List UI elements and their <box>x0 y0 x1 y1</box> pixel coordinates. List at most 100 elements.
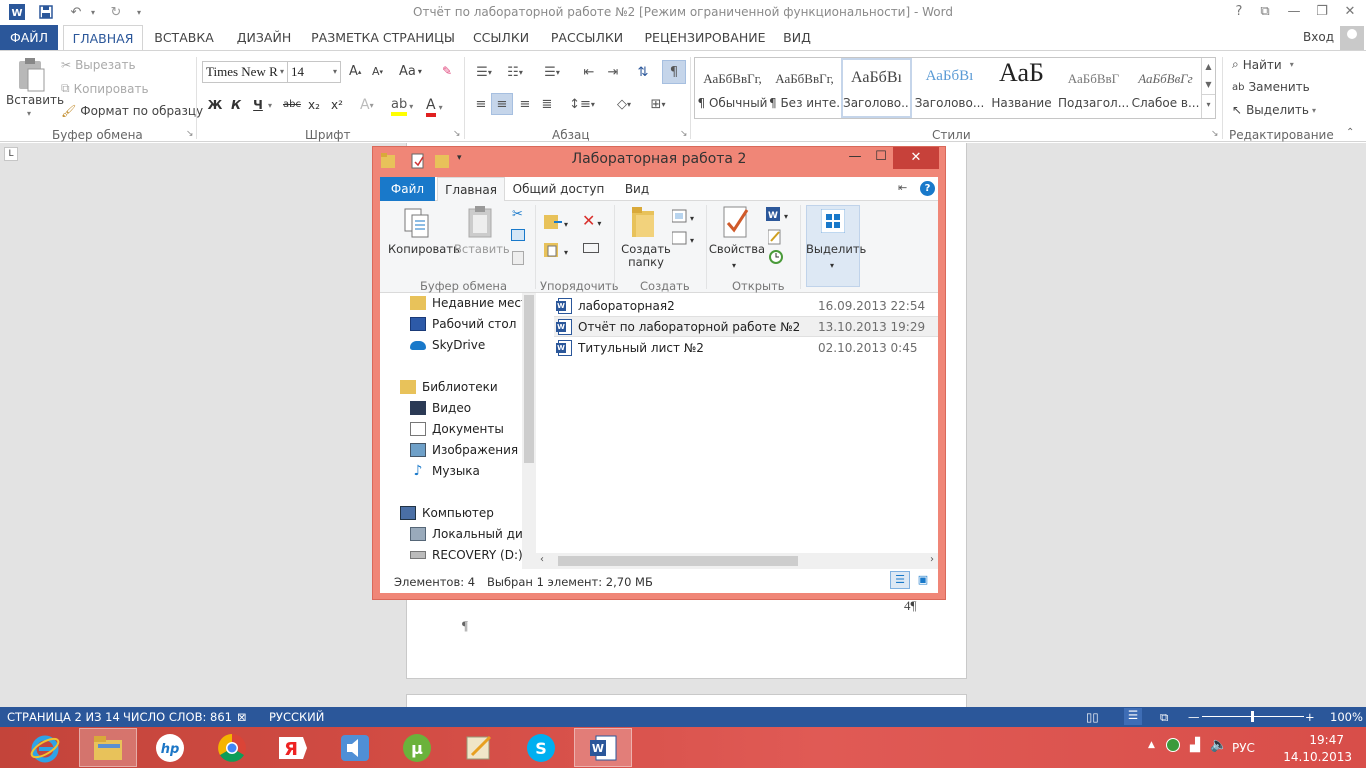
sign-in-link[interactable]: Вход <box>1303 30 1334 44</box>
justify-icon[interactable]: ≣ <box>537 94 557 114</box>
text-effects-icon[interactable]: A ▾ <box>360 97 374 113</box>
print-layout-icon[interactable]: ☰ <box>1124 708 1142 725</box>
taskbar-notes[interactable] <box>450 728 508 767</box>
change-case-button[interactable]: Aa ▾ <box>399 64 422 79</box>
zoom-level[interactable]: 100% <box>1330 710 1363 724</box>
copy-path-icon[interactable] <box>511 229 525 241</box>
properties-icon[interactable] <box>722 205 752 242</box>
language-indicator[interactable]: РУССКИЙ <box>269 710 324 724</box>
large-icons-view-icon[interactable]: ▣ <box>914 571 932 589</box>
sort-icon[interactable]: ⇅ <box>634 62 652 82</box>
zoom-slider-thumb[interactable] <box>1251 711 1254 722</box>
clock-date[interactable]: 14.10.2013 <box>1283 750 1352 764</box>
nav-item-recent[interactable]: Недавние места <box>410 293 535 313</box>
style-subtitle[interactable]: АаБбВвГ Подзагол... <box>1058 58 1129 118</box>
tab-view[interactable]: ВИД <box>778 25 816 50</box>
nav-item-computer[interactable]: Компьютер <box>400 503 494 523</box>
help-icon[interactable]: ? <box>920 181 935 196</box>
underline-button[interactable]: Ч <box>251 95 265 115</box>
new-folder-icon[interactable] <box>632 205 658 242</box>
tab-references[interactable]: ССЫЛКИ <box>466 25 536 50</box>
input-language[interactable]: РУС <box>1232 741 1255 755</box>
select-dropdown-icon[interactable]: ▾ <box>830 261 834 270</box>
scroll-right-icon[interactable]: › <box>930 554 934 565</box>
show-hidden-icons[interactable]: ▲ <box>1148 740 1155 750</box>
nav-item-video[interactable]: Видео <box>410 398 471 418</box>
bold-button[interactable]: Ж <box>207 95 223 115</box>
tab-mailings[interactable]: РАССЫЛКИ <box>544 25 630 50</box>
collapse-ribbon-icon[interactable]: ⌃ <box>1346 127 1354 138</box>
rename-icon[interactable] <box>583 243 599 253</box>
signal-icon[interactable]: ▟ <box>1190 738 1200 753</box>
find-button[interactable]: ⌕ Найти ▾ <box>1232 57 1294 72</box>
move-to-icon[interactable]: ▾ <box>544 213 570 234</box>
style-heading-1[interactable]: АаБбВı Заголово... <box>841 58 912 118</box>
copy-to-icon[interactable]: ▾ <box>544 241 570 262</box>
edit-icon[interactable] <box>767 229 782 248</box>
tab-file[interactable]: ФАЙЛ <box>0 25 58 50</box>
style-title[interactable]: АаБ Название <box>986 58 1057 118</box>
help-icon[interactable]: ? <box>1227 2 1251 22</box>
tab-home[interactable]: ГЛАВНАЯ <box>63 25 143 51</box>
file-row-selected[interactable]: Отчёт по лабораторной работе №213.10.201… <box>554 316 938 337</box>
horizontal-scrollbar[interactable]: ‹ › <box>536 553 938 569</box>
volume-icon[interactable]: 🔈 <box>1210 737 1227 753</box>
bullets-icon[interactable]: ☰ ▾ <box>472 62 496 82</box>
style-subtle-emphasis[interactable]: АаБбВвГг Слабое в... <box>1130 58 1201 118</box>
borders-icon[interactable]: ⊞ ▾ <box>644 94 672 114</box>
proofing-icon[interactable]: ⊠ <box>237 710 247 724</box>
file-row[interactable]: лабораторная216.09.2013 22:54 <box>554 295 938 316</box>
file-row[interactable]: Титульный лист №202.10.2013 0:45 <box>554 337 938 358</box>
copy-button[interactable]: Копировать <box>388 243 460 256</box>
strikethrough-button[interactable]: abc <box>282 95 302 115</box>
more-styles-icon[interactable]: ▾ <box>1202 94 1215 114</box>
paste-button[interactable]: Вставить <box>454 243 510 256</box>
taskbar-chrome[interactable] <box>203 728 261 767</box>
taskbar-explorer[interactable] <box>79 728 137 767</box>
numbering-icon[interactable]: ☷ ▾ <box>503 62 527 82</box>
details-view-icon[interactable]: ☰ <box>890 571 910 589</box>
explorer-close-button[interactable]: ✕ <box>893 147 939 169</box>
increase-indent-icon[interactable]: ⇥ <box>604 62 622 82</box>
decrease-indent-icon[interactable]: ⇤ <box>580 62 598 82</box>
shading-icon[interactable]: ◇ ▾ <box>610 94 638 114</box>
copy-button[interactable]: ⧉ Копировать <box>61 81 149 96</box>
properties-dropdown-icon[interactable]: ▾ <box>732 261 736 270</box>
subscript-button[interactable]: x₂ <box>305 95 323 115</box>
taskbar-hp[interactable]: hp <box>141 728 199 767</box>
nav-item-images[interactable]: Изображения <box>410 440 518 460</box>
scroll-left-icon[interactable]: ‹ <box>540 554 544 565</box>
user-avatar[interactable] <box>1340 26 1364 50</box>
shrink-font-icon[interactable]: A ▾ <box>372 65 383 78</box>
align-center-icon[interactable]: ≡ <box>491 93 513 115</box>
easy-access-icon[interactable]: ▾ <box>671 231 698 250</box>
font-color-icon[interactable]: A ▾ <box>426 97 443 117</box>
format-painter-button[interactable]: 🖌 Формат по образцу <box>61 104 203 118</box>
delete-icon[interactable]: ✕ ▾ <box>582 211 601 230</box>
nav-item-libraries[interactable]: Библиотеки <box>400 377 498 397</box>
styles-scrollbar[interactable]: ▲ ▼ ▾ <box>1201 58 1215 118</box>
new-folder-button[interactable]: Создать папку <box>618 243 674 269</box>
tab-insert[interactable]: ВСТАВКА <box>148 25 220 50</box>
style-normal[interactable]: АаБбВвГг, ¶ Обычный <box>697 58 768 118</box>
chevron-down-icon[interactable]: ▼ <box>1202 76 1215 94</box>
font-name-combo[interactable]: Times New R ▾ <box>202 61 288 83</box>
paste-icon[interactable] <box>16 57 46 96</box>
taskbar-audio[interactable] <box>326 728 384 767</box>
paste-button[interactable]: Вставить <box>6 93 64 107</box>
taskbar-ie[interactable] <box>16 728 74 767</box>
explorer-tab-view[interactable]: Вид <box>612 177 662 201</box>
properties-button[interactable]: Свойства <box>708 243 766 256</box>
tab-page-layout[interactable]: РАЗМЕТКА СТРАНИЦЫ <box>306 25 460 50</box>
word-count[interactable]: ЧИСЛО СЛОВ: 861 <box>123 710 232 724</box>
pin-ribbon-icon[interactable]: ⇤ <box>898 181 907 194</box>
explorer-tab-share[interactable]: Общий доступ <box>510 177 607 201</box>
clock-time[interactable]: 19:47 <box>1309 733 1344 747</box>
style-no-spacing[interactable]: АаБбВвГг, ¶ Без инте... <box>769 58 840 118</box>
nav-item-local-disk[interactable]: Локальный диск <box>410 524 536 544</box>
font-size-combo[interactable]: 14 ▾ <box>287 61 341 83</box>
paste-dropdown-icon[interactable]: ▾ <box>27 109 31 118</box>
underline-dropdown-icon[interactable]: ▾ <box>268 101 272 110</box>
nav-item-music[interactable]: ♪ Музыка <box>410 461 480 481</box>
history-icon[interactable] <box>768 249 784 268</box>
